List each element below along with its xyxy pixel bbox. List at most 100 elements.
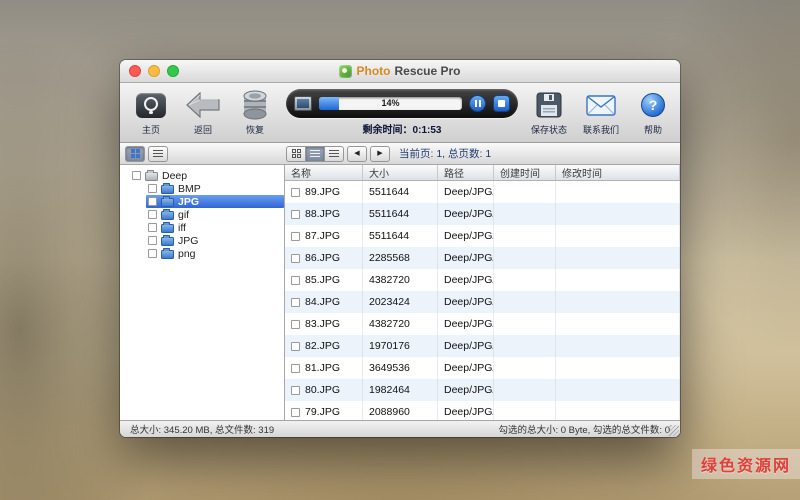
table-row[interactable]: 79.JPG 2088960 Deep/JPG/: [285, 401, 680, 420]
table-row[interactable]: 82.JPG 1970176 Deep/JPG/: [285, 335, 680, 357]
sidebar-item-label: JPG: [178, 196, 199, 208]
next-page-button[interactable]: ▶: [370, 146, 390, 162]
row-checkbox[interactable]: [291, 408, 300, 417]
recover-button[interactable]: 恢复: [230, 89, 280, 137]
table-row[interactable]: 89.JPG 5511644 Deep/JPG/: [285, 181, 680, 203]
cell-name: 83.JPG: [285, 313, 363, 335]
cell-modified: [556, 313, 680, 335]
row-checkbox[interactable]: [291, 210, 300, 219]
table-row[interactable]: 83.JPG 4382720 Deep/JPG/: [285, 313, 680, 335]
row-checkbox[interactable]: [291, 364, 300, 373]
cell-name-text: 80.JPG: [305, 384, 340, 396]
folder-checkbox[interactable]: [148, 223, 157, 232]
row-checkbox[interactable]: [291, 386, 300, 395]
sidebar-folder-item[interactable]: JPG: [146, 195, 284, 208]
cell-name: 86.JPG: [285, 247, 363, 269]
cell-modified: [556, 335, 680, 357]
close-button[interactable]: [129, 65, 141, 77]
resize-grip[interactable]: [668, 425, 679, 436]
contact-button[interactable]: 联系我们: [576, 89, 626, 137]
cell-created: [494, 247, 556, 269]
list-view-toggle[interactable]: [148, 146, 168, 162]
cell-name-text: 88.JPG: [305, 208, 340, 220]
tree-view-toggle[interactable]: [125, 146, 145, 162]
folder-icon: [161, 237, 174, 246]
row-checkbox[interactable]: [291, 232, 300, 241]
cell-modified: [556, 401, 680, 420]
folder-checkbox[interactable]: [148, 236, 157, 245]
cell-size: 2088960: [363, 401, 438, 420]
cell-path: Deep/JPG/: [438, 247, 494, 269]
zoom-button[interactable]: [167, 65, 179, 77]
cell-modified: [556, 225, 680, 247]
column-header-name[interactable]: 名称: [285, 165, 363, 180]
desktop-wallpaper: Photo Rescue Pro 主页 返回: [0, 0, 800, 500]
contact-label: 联系我们: [583, 123, 619, 136]
minimize-button[interactable]: [148, 65, 160, 77]
column-header-created[interactable]: 创建时间: [494, 165, 556, 180]
cell-size: 5511644: [363, 225, 438, 247]
column-header-size[interactable]: 大小: [363, 165, 438, 180]
folder-checkbox[interactable]: [148, 197, 157, 206]
sidebar-tree-children: BMP JPG gif iff JPG png: [120, 182, 284, 260]
save-state-button[interactable]: 保存状态: [524, 89, 574, 137]
thumbnail-view-button[interactable]: [286, 146, 306, 162]
home-button[interactable]: 主页: [126, 89, 176, 137]
column-header-path[interactable]: 路径: [438, 165, 494, 180]
pause-button[interactable]: [469, 95, 486, 112]
envelope-icon: [586, 95, 616, 116]
recover-cylinder-icon: [242, 90, 268, 120]
table-row[interactable]: 84.JPG 2023424 Deep/JPG/: [285, 291, 680, 313]
sidebar-item-label: JPG: [178, 235, 198, 247]
help-button[interactable]: ? 帮助: [628, 89, 678, 137]
prev-page-button[interactable]: ◀: [347, 146, 367, 162]
folder-checkbox[interactable]: [148, 210, 157, 219]
sidebar-folder-item[interactable]: iff: [146, 221, 284, 234]
row-checkbox[interactable]: [291, 320, 300, 329]
sidebar-folder-item[interactable]: png: [146, 247, 284, 260]
column-header-modified[interactable]: 修改时间: [556, 165, 680, 180]
sidebar-folder-item[interactable]: JPG: [146, 234, 284, 247]
row-checkbox[interactable]: [291, 342, 300, 351]
cell-name-text: 82.JPG: [305, 340, 340, 352]
row-checkbox[interactable]: [291, 276, 300, 285]
cell-name-text: 83.JPG: [305, 318, 340, 330]
titlebar: Photo Rescue Pro: [120, 60, 680, 83]
table-row[interactable]: 87.JPG 5511644 Deep/JPG/: [285, 225, 680, 247]
folder-checkbox[interactable]: [148, 249, 157, 258]
folder-icon: [161, 250, 174, 259]
status-total: 总大小: 345.20 MB, 总文件数: 319: [130, 422, 274, 436]
cell-created: [494, 401, 556, 420]
row-checkbox[interactable]: [291, 254, 300, 263]
row-checkbox[interactable]: [291, 188, 300, 197]
remaining-time-label: 剩余时间：: [363, 125, 413, 136]
thumbnail-view-icon: [292, 149, 301, 158]
tree-root-deep[interactable]: Deep: [120, 169, 284, 182]
detail-view-button[interactable]: [305, 146, 325, 162]
cell-created: [494, 357, 556, 379]
cell-name: 80.JPG: [285, 379, 363, 401]
table-row[interactable]: 80.JPG 1982464 Deep/JPG/: [285, 379, 680, 401]
sidebar-folder-item[interactable]: gif: [146, 208, 284, 221]
sidebar-folder-item[interactable]: BMP: [146, 182, 284, 195]
status-bar: 总大小: 345.20 MB, 总文件数: 319 勾选的总大小: 0 Byte…: [120, 420, 680, 437]
cell-name: 88.JPG: [285, 203, 363, 225]
cell-created: [494, 291, 556, 313]
cell-modified: [556, 181, 680, 203]
cell-name-text: 84.JPG: [305, 296, 340, 308]
row-checkbox[interactable]: [291, 298, 300, 307]
table-row[interactable]: 88.JPG 5511644 Deep/JPG/: [285, 203, 680, 225]
table-row[interactable]: 85.JPG 4382720 Deep/JPG/: [285, 269, 680, 291]
content-area: Deep BMP JPG gif iff JPG png 名称 大小: [120, 165, 680, 420]
cell-path: Deep/JPG/: [438, 269, 494, 291]
root-checkbox[interactable]: [132, 171, 141, 180]
table-row[interactable]: 81.JPG 3649536 Deep/JPG/: [285, 357, 680, 379]
cell-created: [494, 335, 556, 357]
compact-view-button[interactable]: [324, 146, 344, 162]
home-icon: [136, 93, 166, 118]
table-row[interactable]: 86.JPG 2285568 Deep/JPG/: [285, 247, 680, 269]
back-button[interactable]: 返回: [178, 89, 228, 137]
stop-button[interactable]: [493, 95, 510, 112]
cell-name: 87.JPG: [285, 225, 363, 247]
folder-checkbox[interactable]: [148, 184, 157, 193]
